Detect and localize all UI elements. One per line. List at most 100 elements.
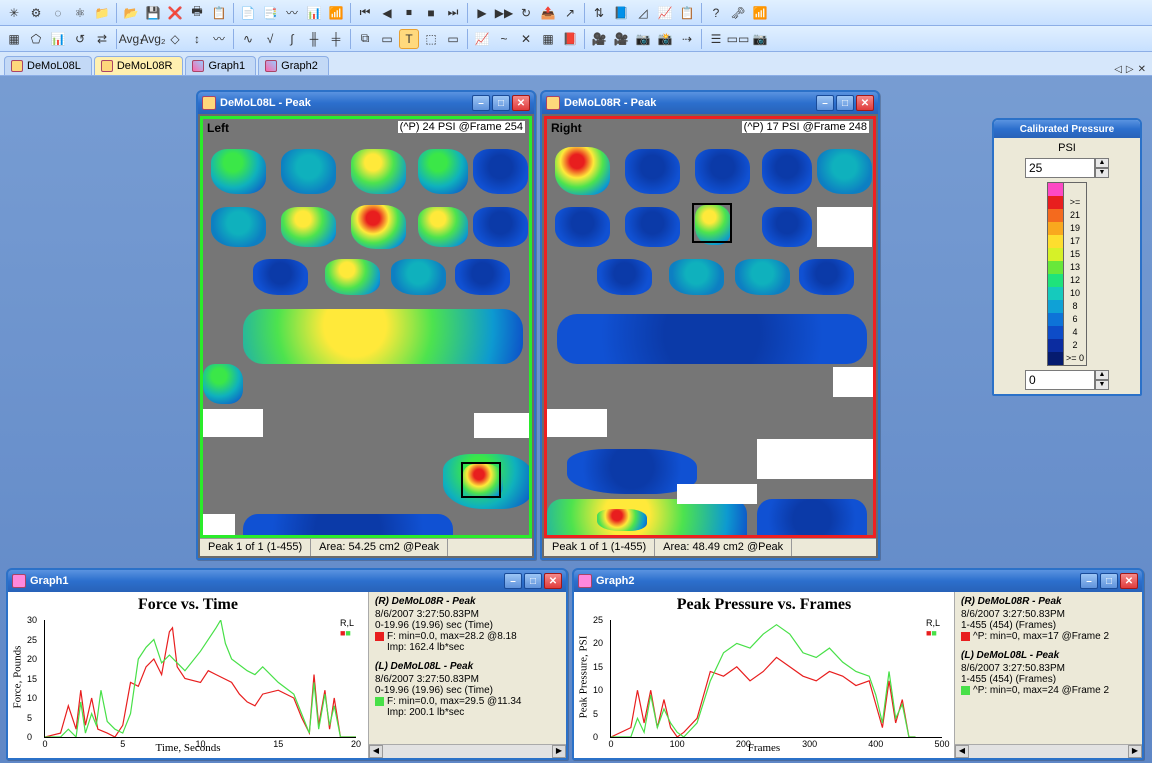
toolbar-button[interactable]: 📈 [655,3,675,23]
toolbar-button[interactable]: 📋 [209,3,229,23]
toolbar-button[interactable]: ↗ [560,3,580,23]
maximize-button[interactable]: □ [492,95,510,111]
toolbar-button[interactable]: ╪ [326,29,346,49]
toolbar-button[interactable]: ? [706,3,726,23]
toolbar-button[interactable]: ◌ [48,3,68,23]
spin-down[interactable]: ▼ [1095,168,1109,178]
tab-demol08l[interactable]: DeMoL08L [4,56,92,75]
toolbar-button[interactable]: ▶ [472,3,492,23]
minimize-button[interactable]: – [1080,573,1098,589]
tab-close[interactable]: ✕ [1138,64,1146,75]
toolbar-button[interactable]: ~ [494,29,514,49]
toolbar-button[interactable]: ∫ [282,29,302,49]
toolbar-button[interactable]: ↕ [187,29,207,49]
toolbar-button[interactable]: ▦ [538,29,558,49]
toolbar-button[interactable]: 🗝 [728,3,748,23]
toolbar-button[interactable]: 📁 [92,3,112,23]
toolbar-button[interactable]: ✳ [4,3,24,23]
titlebar[interactable]: DeMoL08L - Peak – □ ✕ [198,92,534,114]
close-button[interactable]: ✕ [1120,573,1138,589]
minimize-button[interactable]: – [504,573,522,589]
toolbar-button[interactable]: ■ [421,3,441,23]
tab-scroll-left[interactable]: ◁ [1114,64,1122,75]
toolbar-button[interactable]: 📶 [750,3,770,23]
toolbar-button[interactable]: ▭ [377,29,397,49]
lower-limit-input[interactable] [1025,370,1095,390]
toolbar-button[interactable]: ⚙ [26,3,46,23]
toolbar-button[interactable]: ⏭ [443,3,463,23]
spin-down[interactable]: ▼ [1095,380,1109,390]
toolbar-button[interactable]: Avg₂ [143,29,163,49]
toolbar-button[interactable]: ▭ [443,29,463,49]
toolbar-button[interactable]: 📷 [750,29,770,49]
toolbar-button[interactable]: 📂 [121,3,141,23]
selection-box[interactable] [692,203,732,243]
toolbar-button[interactable]: 📶 [326,3,346,23]
scroll-left[interactable]: ◀ [369,745,383,758]
toolbar-button[interactable]: 📊 [304,3,324,23]
scroll-left[interactable]: ◀ [955,745,969,758]
toolbar-button[interactable]: 📷 [633,29,653,49]
toolbar-button[interactable]: ⇅ [589,3,609,23]
maximize-button[interactable]: □ [1100,573,1118,589]
toolbar-button[interactable]: ▶▶ [494,3,514,23]
pressure-map-left[interactable]: Left (^P) 24 PSI @Frame 254 [200,116,532,538]
scroll-right[interactable]: ▶ [1128,745,1142,758]
tab-graph2[interactable]: Graph2 [258,56,329,75]
legend-scrollbar[interactable]: ◀ ▶ [955,744,1142,758]
tab-graph1[interactable]: Graph1 [185,56,256,75]
close-button[interactable]: ✕ [856,95,874,111]
close-button[interactable]: ✕ [512,95,530,111]
toolbar-button[interactable]: ✕ [516,29,536,49]
toolbar-button[interactable]: ▦ [4,29,24,49]
toolbar-button[interactable]: ╫ [304,29,324,49]
maximize-button[interactable]: □ [836,95,854,111]
selection-box[interactable] [461,462,501,498]
minimize-button[interactable]: – [816,95,834,111]
toolbar-button[interactable]: ⧉ [355,29,375,49]
titlebar[interactable]: Graph1 – □ ✕ [8,570,566,592]
minimize-button[interactable]: – [472,95,490,111]
toolbar-button[interactable]: ◇ [165,29,185,49]
toolbar-button[interactable]: ⇢ [677,29,697,49]
toolbar-button[interactable]: ⬚ [421,29,441,49]
pressure-map-right[interactable]: Right (^P) 17 PSI @Frame 248 [544,116,876,538]
toolbar-button[interactable]: 📕 [560,29,580,49]
spin-up[interactable]: ▲ [1095,158,1109,168]
titlebar[interactable]: DeMoL08R - Peak – □ ✕ [542,92,878,114]
chart-force-vs-time[interactable]: Force vs. Time Force, Pounds R,L■■ 05101… [8,592,368,758]
toolbar-button[interactable]: Avg₁ [121,29,141,49]
upper-limit-input[interactable] [1025,158,1095,178]
toolbar-button[interactable]: 📤 [538,3,558,23]
toolbar-button[interactable]: 📸 [655,29,675,49]
toolbar-button[interactable]: 📄 [238,3,258,23]
toolbar-button[interactable]: 📘 [611,3,631,23]
toolbar-button[interactable]: ❌ [165,3,185,23]
toolbar-button[interactable]: 📊 [48,29,68,49]
toolbar-button[interactable]: ⬠ [26,29,46,49]
maximize-button[interactable]: □ [524,573,542,589]
toolbar-button[interactable]: ▭▭ [728,29,748,49]
toolbar-button[interactable]: ◀ [377,3,397,23]
toolbar-button[interactable]: 💾 [143,3,163,23]
close-button[interactable]: ✕ [544,573,562,589]
toolbar-button[interactable]: √ [260,29,280,49]
toolbar-button[interactable]: 〰 [209,29,229,49]
tab-demol08r[interactable]: DeMoL08R [94,56,184,75]
toolbar-button[interactable]: 📈 [472,29,492,49]
scroll-right[interactable]: ▶ [552,745,566,758]
toolbar-button[interactable]: ⏹ [399,3,419,23]
toolbar-button[interactable]: 🎥 [611,29,631,49]
toolbar-button[interactable]: ⏮ [355,3,375,23]
toolbar-button[interactable]: 📋 [677,3,697,23]
toolbar-button[interactable]: 📑 [260,3,280,23]
toolbar-button[interactable]: ↻ [516,3,536,23]
spin-up[interactable]: ▲ [1095,370,1109,380]
legend-scrollbar[interactable]: ◀ ▶ [369,744,566,758]
toolbar-button[interactable]: ◿ [633,3,653,23]
toolbar-button[interactable]: ☰ [706,29,726,49]
toolbar-button[interactable]: T [399,29,419,49]
toolbar-button[interactable]: 🎥 [589,29,609,49]
toolbar-button[interactable]: 〰 [282,3,302,23]
toolbar-button[interactable]: ⇄ [92,29,112,49]
